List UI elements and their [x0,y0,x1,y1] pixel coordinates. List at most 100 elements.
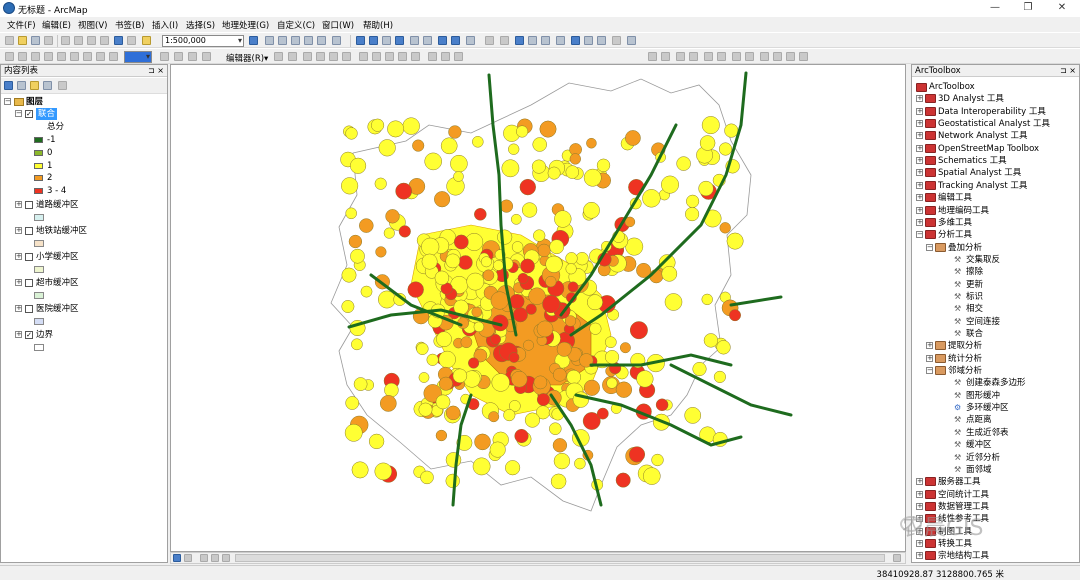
parcel-icon[interactable] [732,52,741,61]
close-button[interactable]: ✕ [1050,1,1074,15]
topology-icon[interactable] [661,52,670,61]
toolbox-expander[interactable]: + [916,206,923,214]
map-scale-combo[interactable]: 1:500,000 [162,35,244,47]
search-window-icon[interactable] [291,36,300,45]
tool-item[interactable]: 空间连接 [966,316,1000,328]
toc-layer-name[interactable]: 医院缓冲区 [36,303,79,315]
geometric-network-icon[interactable] [717,52,726,61]
tool-item[interactable]: 近邻分析 [966,452,1000,464]
toc-layer-name[interactable]: 边界 [36,329,53,341]
catalog-window-icon[interactable] [278,36,287,45]
toolset-item[interactable]: 叠加分析 [948,242,982,254]
toolbox-expander[interactable]: + [916,502,923,510]
paste-icon[interactable] [87,36,96,45]
reshape-icon[interactable] [372,52,381,61]
toc-layer-checkbox[interactable]: ✓ [25,331,33,339]
toolbox-expander[interactable]: + [916,490,923,498]
report-icon[interactable] [188,52,197,61]
undo-icon[interactable] [114,36,123,45]
menu-view[interactable]: 视图(V) [78,19,107,31]
cut-icon[interactable] [61,36,70,45]
toolbox-item[interactable]: Geostatistical Analyst 工具 [938,118,1050,130]
toolbox-expander[interactable]: − [926,243,933,251]
fixed-zoom-out-icon[interactable] [423,36,432,45]
measure-icon[interactable] [556,36,565,45]
toc-layer-checkbox[interactable] [25,201,33,209]
toc-layer-expander[interactable]: + [15,253,22,260]
tracking-icon[interactable] [786,52,795,61]
color-combo[interactable] [124,51,152,63]
toolbox-item[interactable]: 多维工具 [938,217,972,229]
toolbox-expander[interactable]: + [916,478,923,486]
data-view-icon[interactable] [173,554,181,562]
tool-item[interactable]: 标识 [966,291,983,303]
symbol-icon[interactable] [57,52,66,61]
toc-layer-name[interactable]: 道路缓冲区 [36,199,79,211]
open-folder-icon[interactable] [18,36,27,45]
straight-segment-icon[interactable] [303,52,312,61]
toolbox-expander[interactable]: + [916,552,923,560]
delete-icon[interactable] [100,36,109,45]
dimensioning-icon[interactable] [760,52,769,61]
toolbox-expander[interactable]: − [926,367,933,375]
table-icon[interactable] [174,52,183,61]
toolbox-item[interactable]: 宗地结构工具 [938,550,989,562]
editor-toolbar-icon[interactable] [249,36,258,45]
toc-layer-checkbox[interactable] [25,253,33,261]
menu-edit[interactable]: 编辑(E) [42,19,71,31]
tool-item[interactable]: 生成近邻表 [966,427,1009,439]
advanced-editing-icon[interactable] [676,52,685,61]
modelbuilder-icon[interactable] [332,36,341,45]
split-icon[interactable] [398,52,407,61]
label-icon[interactable] [70,52,79,61]
spatial-adjustment-icon[interactable] [648,52,657,61]
back-extent-icon[interactable] [438,36,447,45]
toc-layer-checkbox[interactable] [25,305,33,313]
hyperlink-icon[interactable] [528,36,537,45]
toolbox-expander[interactable]: + [916,107,923,115]
attributes-icon[interactable] [428,52,437,61]
menu-file[interactable]: 文件(F) [7,19,36,31]
tool-item[interactable]: 图形缓冲 [966,390,1000,402]
identify-icon[interactable] [515,36,524,45]
toc-layer-expander[interactable]: + [15,201,22,208]
versioning-icon[interactable] [704,52,713,61]
toolset-item[interactable]: 邻域分析 [948,365,982,377]
toolbox-expander[interactable]: + [916,194,923,202]
edit-tool-icon[interactable] [274,52,283,61]
toolbox-expander[interactable]: + [916,218,923,226]
copy-icon[interactable] [74,36,83,45]
full-extent-icon[interactable] [395,36,404,45]
trace-icon[interactable] [329,52,338,61]
toolbox-expander[interactable]: + [916,169,923,177]
list-by-source-icon[interactable] [17,81,26,90]
maximize-button[interactable]: ❐ [1016,1,1040,15]
toolbox-item[interactable]: Schematics 工具 [938,155,1007,167]
schematic-icon[interactable] [799,52,808,61]
tool-item[interactable]: 联合 [966,328,983,340]
list-by-selection-icon[interactable] [43,81,52,90]
print-icon[interactable] [44,36,53,45]
layout-icon[interactable] [18,52,27,61]
edit-vertices-icon[interactable] [359,52,368,61]
arctoolbox-pin-close[interactable]: ⊐ × [1060,65,1076,77]
pan-icon[interactable] [382,36,391,45]
new-document-icon[interactable] [5,36,14,45]
layout-view-icon[interactable] [184,554,192,562]
toolbox-item[interactable]: 地理编码工具 [938,205,989,217]
toc-layer-name[interactable]: 小学缓冲区 [36,251,79,263]
find-icon[interactable] [571,36,580,45]
tool-item[interactable]: 多环缓冲区 [966,402,1009,414]
georef-icon[interactable] [5,52,14,61]
add-data-icon[interactable] [142,36,151,45]
toc-layer-checkbox[interactable]: ✓ [25,110,33,118]
toc-layer-name[interactable]: 联合 [36,108,58,120]
toc-layer-checkbox[interactable] [25,279,33,287]
graph-icon[interactable] [202,52,211,61]
list-by-drawing-order-icon[interactable] [4,81,13,90]
toolbox-item[interactable]: OpenStreetMap Toolbox [938,143,1039,155]
toolbox-item[interactable]: Network Analyst 工具 [938,130,1027,142]
go-to-xy-icon[interactable] [597,36,606,45]
cut-polygons-icon[interactable] [385,52,394,61]
scroll-left-icon[interactable] [222,554,230,562]
